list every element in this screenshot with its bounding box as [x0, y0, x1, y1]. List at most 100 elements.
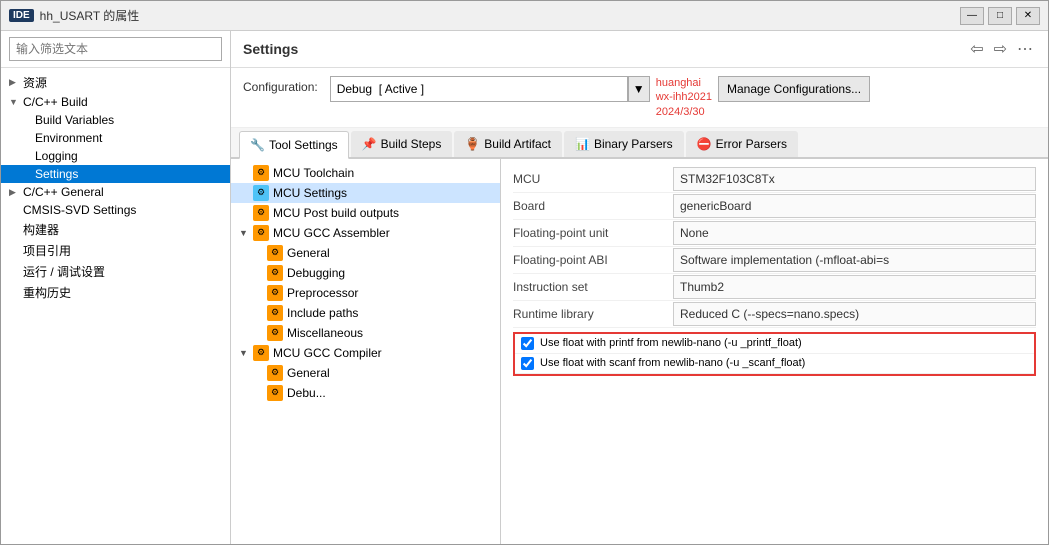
field-row-mcu: MCU [513, 167, 1036, 193]
tab-label: Tool Settings [269, 138, 338, 152]
field-input[interactable] [673, 302, 1036, 326]
nav-menu-button[interactable]: ⋯ [1014, 39, 1036, 59]
field-input[interactable] [673, 167, 1036, 191]
sidebar-item-构建器[interactable]: 构建器 [1, 219, 230, 240]
header-nav: ⇦ ⇨ ⋯ [967, 39, 1036, 59]
sidebar-item-项目引用[interactable]: 项目引用 [1, 240, 230, 261]
sidebar-item-cmsis-svd-settings[interactable]: CMSIS-SVD Settings [1, 201, 230, 219]
tool-tree-item-mcu-toolchain[interactable]: ⚙MCU Toolchain [231, 163, 500, 183]
tool-tree-item-preprocessor[interactable]: ⚙Preprocessor [231, 283, 500, 303]
ide-badge: IDE [9, 9, 34, 22]
tree-arrow: ▶ [9, 187, 19, 198]
field-row-runtime-library: Runtime library [513, 302, 1036, 328]
tool-tree-item-mcu-post-build-outputs[interactable]: ⚙MCU Post build outputs [231, 203, 500, 223]
checkbox-1[interactable] [521, 357, 534, 370]
checkbox-label-0: Use float with printf from newlib-nano (… [540, 337, 802, 349]
tool-tree-label: Preprocessor [287, 286, 358, 300]
config-dropdown: ▼ huanghai wx-ihh2021 2024/3/30 Manage C… [330, 76, 1036, 119]
field-input[interactable] [673, 194, 1036, 218]
close-button[interactable]: ✕ [1016, 7, 1040, 25]
sidebar-item-label: 构建器 [23, 221, 59, 238]
titlebar-left: IDE hh_USART 的属性 [9, 7, 139, 24]
checkbox-row-1: Use float with scanf from newlib-nano (-… [515, 354, 1034, 374]
tool-tree-item-mcu-gcc-compiler[interactable]: ▼⚙MCU GCC Compiler [231, 343, 500, 363]
nav-back-button[interactable]: ⇦ [967, 39, 986, 59]
tool-tree-item-general[interactable]: ⚙General [231, 243, 500, 263]
tab-icon: 🏺 [465, 137, 480, 151]
window-title: hh_USART 的属性 [40, 7, 140, 24]
nav-forward-button[interactable]: ⇨ [991, 39, 1010, 59]
sidebar-item-logging[interactable]: Logging [1, 147, 230, 165]
sidebar-item-label: Settings [35, 167, 78, 181]
window-controls: — □ ✕ [960, 7, 1040, 25]
config-dropdown-arrow[interactable]: ▼ [628, 76, 650, 102]
sidebar-item-environment[interactable]: Environment [1, 129, 230, 147]
field-input[interactable] [673, 275, 1036, 299]
tool-tree-label: MCU Toolchain [273, 166, 354, 180]
tool-tree-label: Debu... [287, 386, 326, 400]
tab-error-parsers[interactable]: ⛔ Error Parsers [686, 131, 798, 157]
sidebar-item-label: C/C++ General [23, 185, 104, 199]
minimize-button[interactable]: — [960, 7, 984, 25]
sidebar-item-c/c++-general[interactable]: ▶ C/C++ General [1, 183, 230, 201]
tab-build-artifact[interactable]: 🏺Build Artifact [454, 131, 562, 157]
tool-tree-label: MCU GCC Assembler [273, 226, 390, 240]
sidebar-item-build-variables[interactable]: Build Variables [1, 111, 230, 129]
checkbox-label-1: Use float with scanf from newlib-nano (-… [540, 357, 805, 369]
sidebar-item-settings[interactable]: Settings [1, 165, 230, 183]
tool-tree-label: MCU Settings [273, 186, 347, 200]
manage-configurations-button[interactable]: Manage Configurations... [718, 76, 870, 102]
sidebar-item-运行-/-调试设置[interactable]: 运行 / 调试设置 [1, 261, 230, 282]
config-select[interactable] [330, 76, 628, 102]
tool-tree-item-general[interactable]: ⚙General [231, 363, 500, 383]
tabs-row: 🔧Tool Settings 📌 Build Steps 🏺Build Artifac… [231, 128, 1048, 159]
tool-tree-item-include-paths[interactable]: ⚙Include paths [231, 303, 500, 323]
tool-tree-icon: ⚙ [253, 225, 269, 241]
checkbox-0[interactable] [521, 337, 534, 350]
tab-icon: 📊 [575, 137, 590, 151]
tool-tree-item-debu...[interactable]: ⚙Debu... [231, 383, 500, 403]
tab-label: Build Steps [381, 137, 442, 151]
field-label: Floating-point ABI [513, 250, 673, 270]
tool-tree: ⚙MCU Toolchain⚙MCU Settings⚙MCU Post bui… [231, 159, 501, 544]
tree-arrow: ▼ [9, 97, 19, 107]
main-window: IDE hh_USART 的属性 — □ ✕ ▶资源▼C/C++ BuildBu… [0, 0, 1049, 545]
tool-tree-icon: ⚙ [253, 185, 269, 201]
sidebar-item-label: CMSIS-SVD Settings [23, 203, 136, 217]
sidebar-item-重构历史[interactable]: 重构历史 [1, 282, 230, 303]
field-row-board: Board [513, 194, 1036, 220]
right-panel: Settings ⇦ ⇨ ⋯ Configuration: ▼ huanghai [231, 31, 1048, 544]
sidebar-item-label: Build Variables [35, 113, 114, 127]
tool-tree-label: Include paths [287, 306, 358, 320]
sidebar: ▶资源▼C/C++ BuildBuild VariablesEnvironmen… [1, 31, 231, 544]
main-content: ▶资源▼C/C++ BuildBuild VariablesEnvironmen… [1, 31, 1048, 544]
search-input[interactable] [9, 37, 222, 61]
tree: ▶资源▼C/C++ BuildBuild VariablesEnvironmen… [1, 68, 230, 544]
field-value [673, 221, 1036, 245]
sidebar-item-资源[interactable]: ▶资源 [1, 72, 230, 93]
tab-label: Error Parsers [716, 137, 787, 151]
sidebar-item-label: 运行 / 调试设置 [23, 263, 105, 280]
tool-tree-label: General [287, 366, 330, 380]
tool-tree-item-mcu-gcc-assembler[interactable]: ▼⚙MCU GCC Assembler [231, 223, 500, 243]
tool-tree-item-miscellaneous[interactable]: ⚙Miscellaneous [231, 323, 500, 343]
tab-build-steps[interactable]: 📌 Build Steps [351, 131, 453, 157]
tool-tree-item-debugging[interactable]: ⚙Debugging [231, 263, 500, 283]
field-label: Floating-point unit [513, 223, 673, 243]
sidebar-item-label: C/C++ Build [23, 95, 88, 109]
tab-icon: 📌 [362, 137, 377, 151]
sidebar-item-label: 资源 [23, 74, 47, 91]
tab-binary-parsers[interactable]: 📊Binary Parsers [564, 131, 684, 157]
sidebar-item-label: 重构历史 [23, 284, 71, 301]
tab-tool-settings[interactable]: 🔧Tool Settings [239, 131, 349, 159]
field-input[interactable] [673, 248, 1036, 272]
tab-icon: ⛔ [697, 137, 712, 151]
tool-tree-icon: ⚙ [267, 325, 283, 341]
tool-tree-item-mcu-settings[interactable]: ⚙ MCU Settings [231, 183, 500, 203]
field-label: MCU [513, 169, 673, 189]
field-input[interactable] [673, 221, 1036, 245]
settings-fields: MCU Board Floating-point unit Floating-poin… [501, 159, 1048, 544]
tool-tree-icon: ⚙ [267, 265, 283, 281]
maximize-button[interactable]: □ [988, 7, 1012, 25]
sidebar-item-c/c++-build[interactable]: ▼ C/C++ Build [1, 93, 230, 111]
